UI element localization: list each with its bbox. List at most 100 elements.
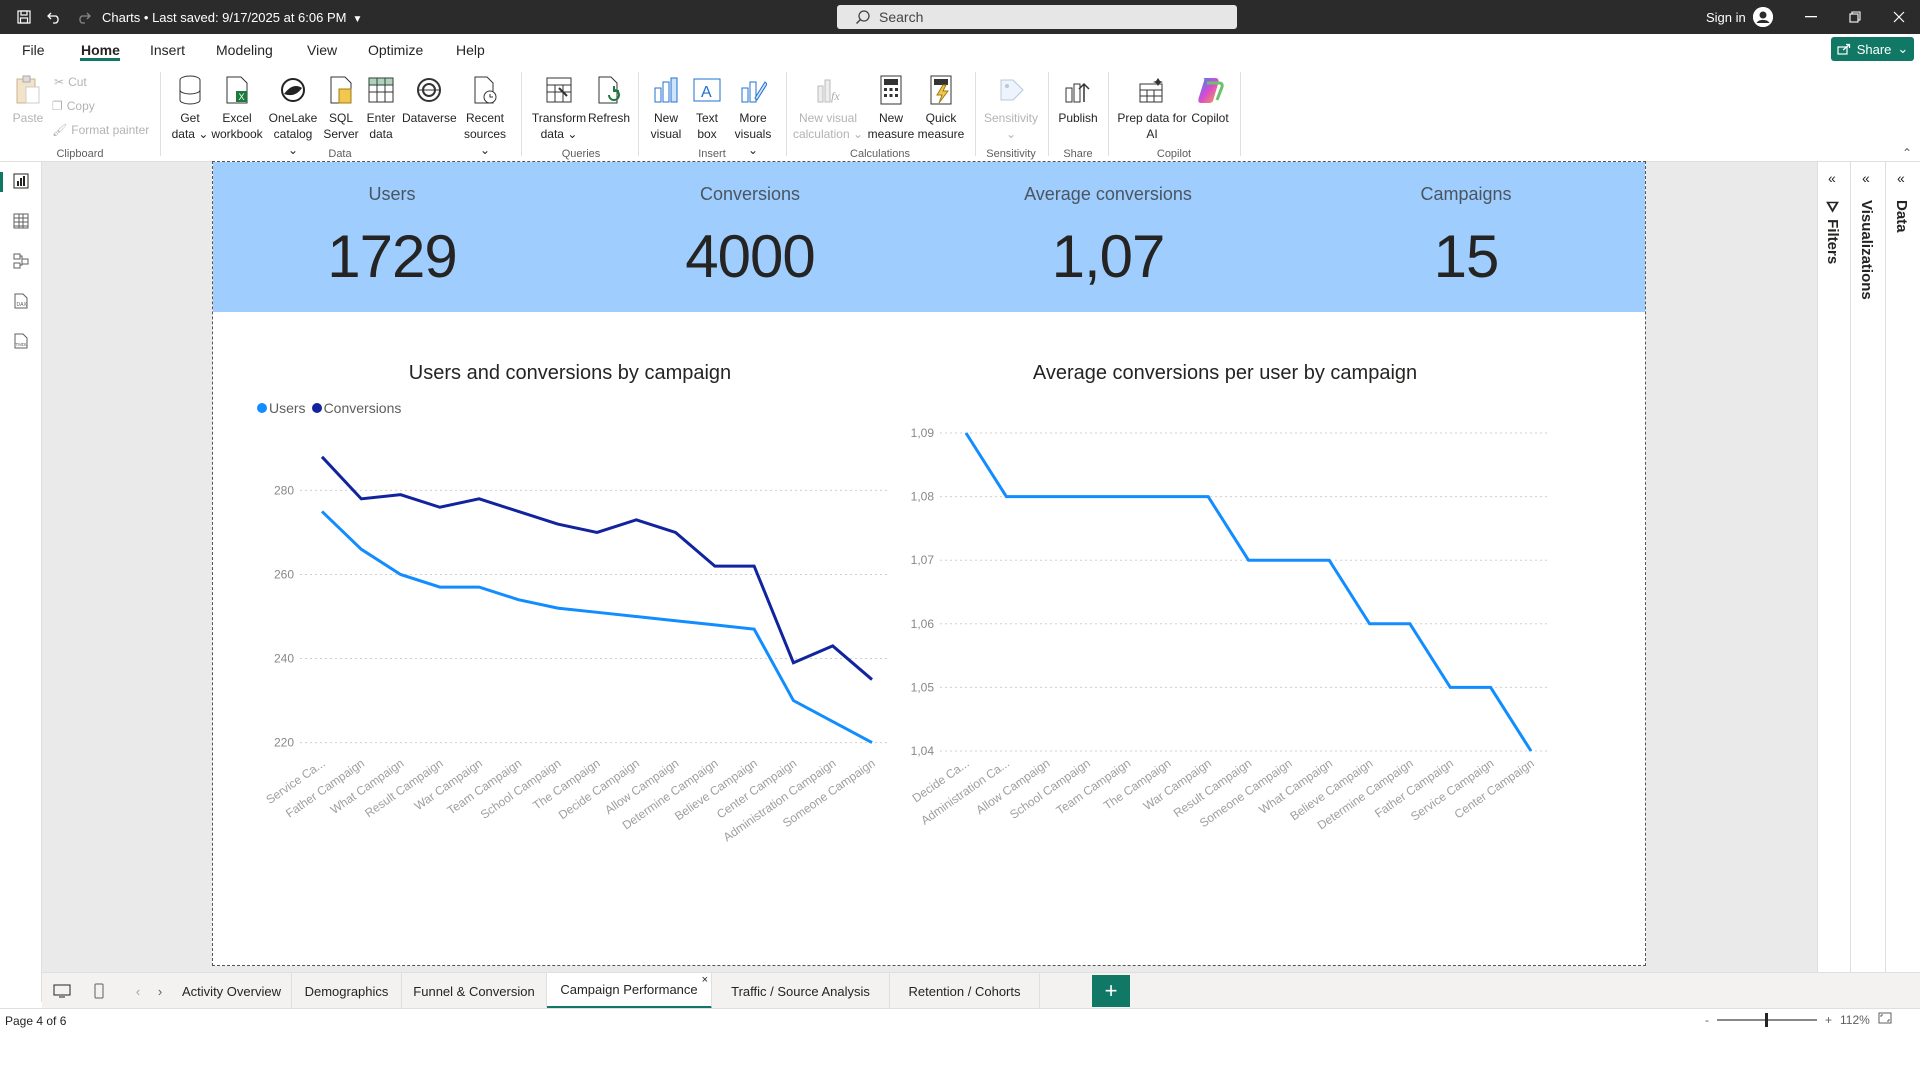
- add-page-button[interactable]: +: [1092, 975, 1130, 1007]
- search-icon: [855, 10, 870, 25]
- onelake-catalog-button[interactable]: OneLake catalog ⌄: [268, 74, 318, 158]
- sql-server-button[interactable]: SQL Server: [322, 74, 360, 142]
- excel-workbook-button[interactable]: X Excel workbook: [211, 74, 263, 142]
- chart-legend[interactable]: Users Conversions: [257, 400, 401, 416]
- dax-query-view-icon[interactable]: DAX: [10, 290, 32, 312]
- transform-data-button[interactable]: Transform data ⌄: [530, 74, 588, 142]
- close-icon[interactable]: [1889, 8, 1909, 26]
- new-measure-label-2: measure: [867, 127, 915, 141]
- zoom-out-button[interactable]: -: [1705, 1013, 1709, 1027]
- window-title[interactable]: Charts • Last saved: 9/17/2025 at 6:06 P…: [102, 10, 362, 25]
- kpi-card-campaigns[interactable]: Campaigns 15: [1287, 162, 1645, 312]
- visualizations-pane[interactable]: « Visualizations: [1850, 162, 1885, 972]
- recent-sources-button[interactable]: Recent sources ⌄: [458, 74, 512, 158]
- page-tab-demographics[interactable]: Demographics: [292, 973, 402, 1009]
- legend-item-users[interactable]: Users: [257, 400, 306, 416]
- cut-button[interactable]: ✂ Cut: [54, 75, 87, 89]
- page-indicator: Page 4 of 6: [5, 1014, 67, 1028]
- status-bar: Page 4 of 6 - + 112%: [0, 1008, 1920, 1032]
- data-pane[interactable]: « Data: [1885, 162, 1920, 972]
- dataverse-button[interactable]: Dataverse: [402, 74, 457, 126]
- zoom-in-button[interactable]: +: [1825, 1013, 1832, 1027]
- tab-view[interactable]: View: [307, 42, 337, 58]
- refresh-label: Refresh: [588, 111, 631, 125]
- publish-button[interactable]: Publish: [1054, 74, 1102, 126]
- table-view-icon[interactable]: [10, 210, 32, 232]
- restore-icon[interactable]: [1845, 8, 1865, 26]
- expand-chevron-icon[interactable]: «: [1828, 170, 1836, 186]
- page-tab-funnel-conversion[interactable]: Funnel & Conversion: [402, 973, 547, 1009]
- save-icon[interactable]: [13, 6, 35, 28]
- scroll-left-icon[interactable]: ‹: [128, 973, 148, 1009]
- svg-text:DAX: DAX: [17, 302, 28, 308]
- new-measure-label: New: [878, 111, 903, 125]
- dataverse-label: Dataverse: [402, 111, 457, 125]
- plus-icon: +: [1104, 978, 1118, 1003]
- copilot-button[interactable]: Copilot: [1188, 74, 1232, 126]
- paste-button[interactable]: Paste: [10, 74, 46, 126]
- tab-insert[interactable]: Insert: [150, 42, 185, 58]
- account-icon[interactable]: [1753, 7, 1773, 27]
- get-data-button[interactable]: Get data ⌄: [170, 74, 210, 142]
- collapse-ribbon-icon[interactable]: ⌃: [1902, 146, 1912, 160]
- prep-data-for-ai-button[interactable]: Prep data for AI: [1114, 74, 1190, 142]
- close-tab-icon[interactable]: ×: [702, 974, 708, 986]
- group-separator: [975, 72, 976, 156]
- redo-icon[interactable]: [73, 6, 95, 28]
- chevron-down-icon[interactable]: ▼: [352, 14, 362, 25]
- tab-modeling[interactable]: Modeling: [216, 42, 273, 58]
- tab-file[interactable]: File: [22, 42, 45, 58]
- tab-help[interactable]: Help: [456, 42, 485, 58]
- page-tab-traffic-source[interactable]: Traffic / Source Analysis: [712, 973, 890, 1009]
- bottom-margin: [0, 1032, 1920, 1080]
- sql-icon: [325, 74, 357, 106]
- zoom-slider-thumb[interactable]: [1765, 1012, 1768, 1027]
- kpi-card-users[interactable]: Users 1729: [213, 162, 571, 312]
- expand-chevron-icon[interactable]: «: [1862, 170, 1870, 186]
- mobile-layout-icon[interactable]: [84, 973, 114, 1009]
- search-placeholder: Search: [879, 9, 924, 25]
- page-tab-campaign-performance[interactable]: Campaign Performance ×: [547, 973, 712, 1009]
- new-visual-calculation-button[interactable]: fx New visual calculation ⌄: [792, 74, 864, 142]
- tmdl-view-icon[interactable]: TMDL: [10, 330, 32, 352]
- desktop-layout-icon[interactable]: [42, 973, 82, 1009]
- scroll-right-icon[interactable]: ›: [150, 973, 170, 1009]
- text-box-button[interactable]: A Text box: [690, 74, 724, 142]
- search-input[interactable]: Search: [837, 5, 1237, 29]
- page-tabs: ‹ › Activity Overview Demographics Funne…: [42, 972, 1920, 1009]
- expand-chevron-icon[interactable]: «: [1897, 170, 1905, 186]
- legend-item-conversions[interactable]: Conversions: [311, 400, 401, 416]
- zoom-slider[interactable]: [1717, 1012, 1817, 1027]
- sensitivity-button[interactable]: Sensitivity ⌄: [980, 74, 1042, 142]
- zoom-control: - + 112%: [1705, 1012, 1892, 1027]
- model-view-icon[interactable]: [10, 250, 32, 272]
- page-tab-activity-overview[interactable]: Activity Overview: [172, 973, 292, 1009]
- line-chart-average-conversions[interactable]: 1,041,051,061,071,081,09Decide Ca...Admi…: [880, 420, 1560, 840]
- share-button[interactable]: Share ⌄: [1831, 37, 1914, 61]
- quick-measure-button[interactable]: Quick measure: [916, 74, 966, 142]
- copy-button[interactable]: ❐ Copy: [52, 99, 95, 113]
- new-measure-button[interactable]: New measure: [866, 74, 916, 142]
- group-label-data: Data: [328, 148, 352, 160]
- format-painter-button[interactable]: 🖌 Format painter: [52, 123, 149, 137]
- page-tab-retention-cohorts[interactable]: Retention / Cohorts: [890, 973, 1040, 1009]
- minimize-icon[interactable]: [1801, 8, 1821, 26]
- sign-in-link[interactable]: Sign in: [1706, 10, 1746, 25]
- fit-to-page-icon[interactable]: [1878, 1012, 1892, 1027]
- new-visual-button[interactable]: New visual: [646, 74, 686, 142]
- tab-home[interactable]: Home: [81, 42, 120, 58]
- undo-icon[interactable]: [43, 6, 65, 28]
- kpi-card-average-conversions[interactable]: Average conversions 1,07: [929, 162, 1287, 312]
- y-tick-label: 1,04: [911, 744, 935, 758]
- filters-pane[interactable]: « ⛛ Filters: [1817, 162, 1850, 972]
- line-chart-users-conversions[interactable]: 220240260280Service Ca...Father Campaign…: [240, 420, 900, 844]
- more-visuals-button[interactable]: More visuals ⌄: [728, 74, 778, 158]
- kpi-card-conversions[interactable]: Conversions 4000: [571, 162, 929, 312]
- recent-label: Recent: [465, 111, 505, 125]
- refresh-button[interactable]: Refresh: [588, 74, 630, 126]
- tab-optimize[interactable]: Optimize: [368, 42, 423, 58]
- enter-data-button[interactable]: Enter data: [362, 74, 400, 142]
- series-line-0[interactable]: [964, 432, 1533, 752]
- report-view-icon[interactable]: [10, 170, 32, 192]
- series-line-users[interactable]: [320, 510, 873, 744]
